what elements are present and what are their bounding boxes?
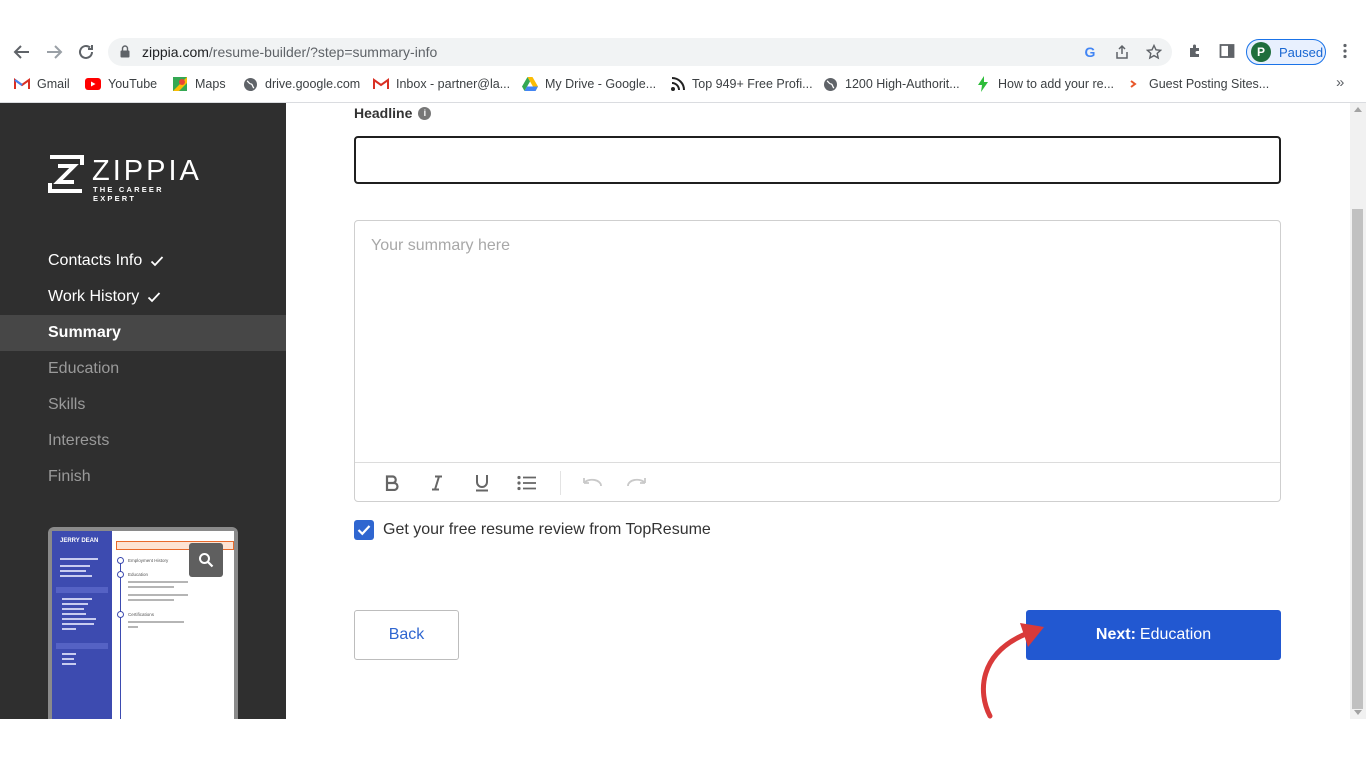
browser-chrome: zippia.com/resume-builder/?step=summary-… <box>0 0 1366 103</box>
logo-tagline: THE CAREER EXPERT <box>93 185 164 203</box>
headline-input[interactable] <box>354 136 1281 184</box>
google-drive-icon <box>522 76 538 92</box>
editor-toolbar <box>355 462 1280 502</box>
bookmarks-bar: Gmail YouTube Maps drive.google.com Inbo… <box>0 72 1366 96</box>
page-scrollbar[interactable] <box>1350 103 1366 719</box>
profile-status: Paused <box>1279 45 1324 60</box>
step-summary[interactable]: Summary <box>0 315 286 351</box>
review-checkbox-label: Get your free resume review from TopResu… <box>383 521 711 538</box>
zippia-logo-mark-icon <box>48 155 84 193</box>
summary-editor: Your summary here <box>354 220 1281 502</box>
scrollbar-thumb[interactable] <box>1352 209 1363 709</box>
logo-word: ZIPPIA <box>92 155 202 187</box>
review-checkbox[interactable] <box>354 520 374 540</box>
summary-form: Headline i Your summary here Get your fr… <box>286 103 1350 719</box>
reload-icon[interactable] <box>74 40 98 64</box>
star-icon[interactable] <box>1146 44 1162 60</box>
search-icon <box>199 553 214 568</box>
bookmark-my-drive[interactable]: My Drive - Google... <box>522 75 656 93</box>
arrow-icon <box>1126 76 1142 92</box>
bold-icon[interactable] <box>381 473 403 493</box>
scroll-down-icon[interactable] <box>1354 710 1362 715</box>
resume-review-option[interactable]: Get your free resume review from TopResu… <box>354 520 711 540</box>
bookmark-guest-posting[interactable]: Guest Posting Sites... <box>1126 75 1269 93</box>
bolt-icon <box>975 76 991 92</box>
check-icon <box>148 292 161 303</box>
youtube-icon <box>85 76 101 92</box>
url-text: zippia.com/resume-builder/?step=summary-… <box>142 44 438 60</box>
kebab-menu-icon[interactable] <box>1336 42 1354 60</box>
globe-icon <box>242 76 258 92</box>
annotation-arrow-icon <box>980 623 1044 719</box>
lock-icon <box>120 45 130 58</box>
profile-button[interactable]: P Paused <box>1246 39 1326 65</box>
back-arrow-icon[interactable] <box>10 40 34 64</box>
side-panel-icon[interactable] <box>1218 42 1236 60</box>
summary-textarea[interactable]: Your summary here <box>355 221 1280 462</box>
checkmark-icon <box>357 525 371 536</box>
bookmark-youtube[interactable]: YouTube <box>85 75 157 93</box>
rss-icon <box>669 76 685 92</box>
underline-icon[interactable] <box>471 473 493 493</box>
resume-builder-sidebar: ZIPPIA THE CAREER EXPERT Contacts Info W… <box>0 103 286 719</box>
forward-arrow-icon[interactable] <box>42 40 66 64</box>
toolbar-separator <box>560 471 561 495</box>
gmail-icon <box>14 76 30 92</box>
check-icon <box>151 256 164 267</box>
scroll-up-icon[interactable] <box>1354 107 1362 112</box>
undo-icon[interactable] <box>581 473 603 493</box>
globe-icon <box>822 76 838 92</box>
zippia-logo[interactable]: ZIPPIA THE CAREER EXPERT <box>48 155 208 203</box>
resume-preview-sheet: JERRY DEAN Employment History Education … <box>52 531 234 719</box>
bookmark-drive[interactable]: drive.google.com <box>242 75 360 93</box>
bookmarks-overflow-icon[interactable]: » <box>1336 74 1344 91</box>
bookmark-1200-high[interactable]: 1200 High-Authorit... <box>822 75 960 93</box>
back-button[interactable]: Back <box>354 610 459 660</box>
step-work-history[interactable]: Work History <box>0 279 286 315</box>
preview-section-education: Education <box>128 572 149 577</box>
avatar: P <box>1251 42 1271 62</box>
step-skills[interactable]: Skills <box>0 387 286 423</box>
bookmark-maps[interactable]: Maps <box>172 75 226 93</box>
maps-icon <box>172 76 188 92</box>
italic-icon[interactable] <box>426 473 448 493</box>
preview-section-certifications: Certifications <box>128 612 155 617</box>
bookmark-top-949[interactable]: Top 949+ Free Profi... <box>669 75 813 93</box>
headline-label: Headline i <box>354 105 432 121</box>
step-interests[interactable]: Interests <box>0 423 286 459</box>
google-icon[interactable]: G <box>1082 44 1098 60</box>
resume-preview-name: JERRY DEAN <box>60 538 99 544</box>
extensions-puzzle-icon[interactable] <box>1186 42 1204 60</box>
resume-preview-thumbnail[interactable]: JERRY DEAN Employment History Education … <box>48 527 238 719</box>
redo-icon[interactable] <box>626 473 648 493</box>
bullet-list-icon[interactable] <box>516 473 538 493</box>
resume-preview-left-column: JERRY DEAN <box>52 531 112 719</box>
info-icon[interactable]: i <box>418 106 432 120</box>
step-education[interactable]: Education <box>0 351 286 387</box>
step-contacts-info[interactable]: Contacts Info <box>0 243 286 279</box>
next-education-button[interactable]: Next: Education <box>1026 610 1281 660</box>
address-bar[interactable]: zippia.com/resume-builder/?step=summary-… <box>108 38 1172 66</box>
bookmark-gmail[interactable]: Gmail <box>14 75 70 93</box>
share-icon[interactable] <box>1114 44 1130 60</box>
preview-section-employment: Employment History <box>128 558 169 563</box>
bookmark-inbox[interactable]: Inbox - partner@la... <box>373 75 510 93</box>
step-finish[interactable]: Finish <box>0 459 286 495</box>
gmail-icon <box>373 76 389 92</box>
magnify-preview-button[interactable] <box>189 543 223 577</box>
bookmark-how-to-add[interactable]: How to add your re... <box>975 75 1114 93</box>
